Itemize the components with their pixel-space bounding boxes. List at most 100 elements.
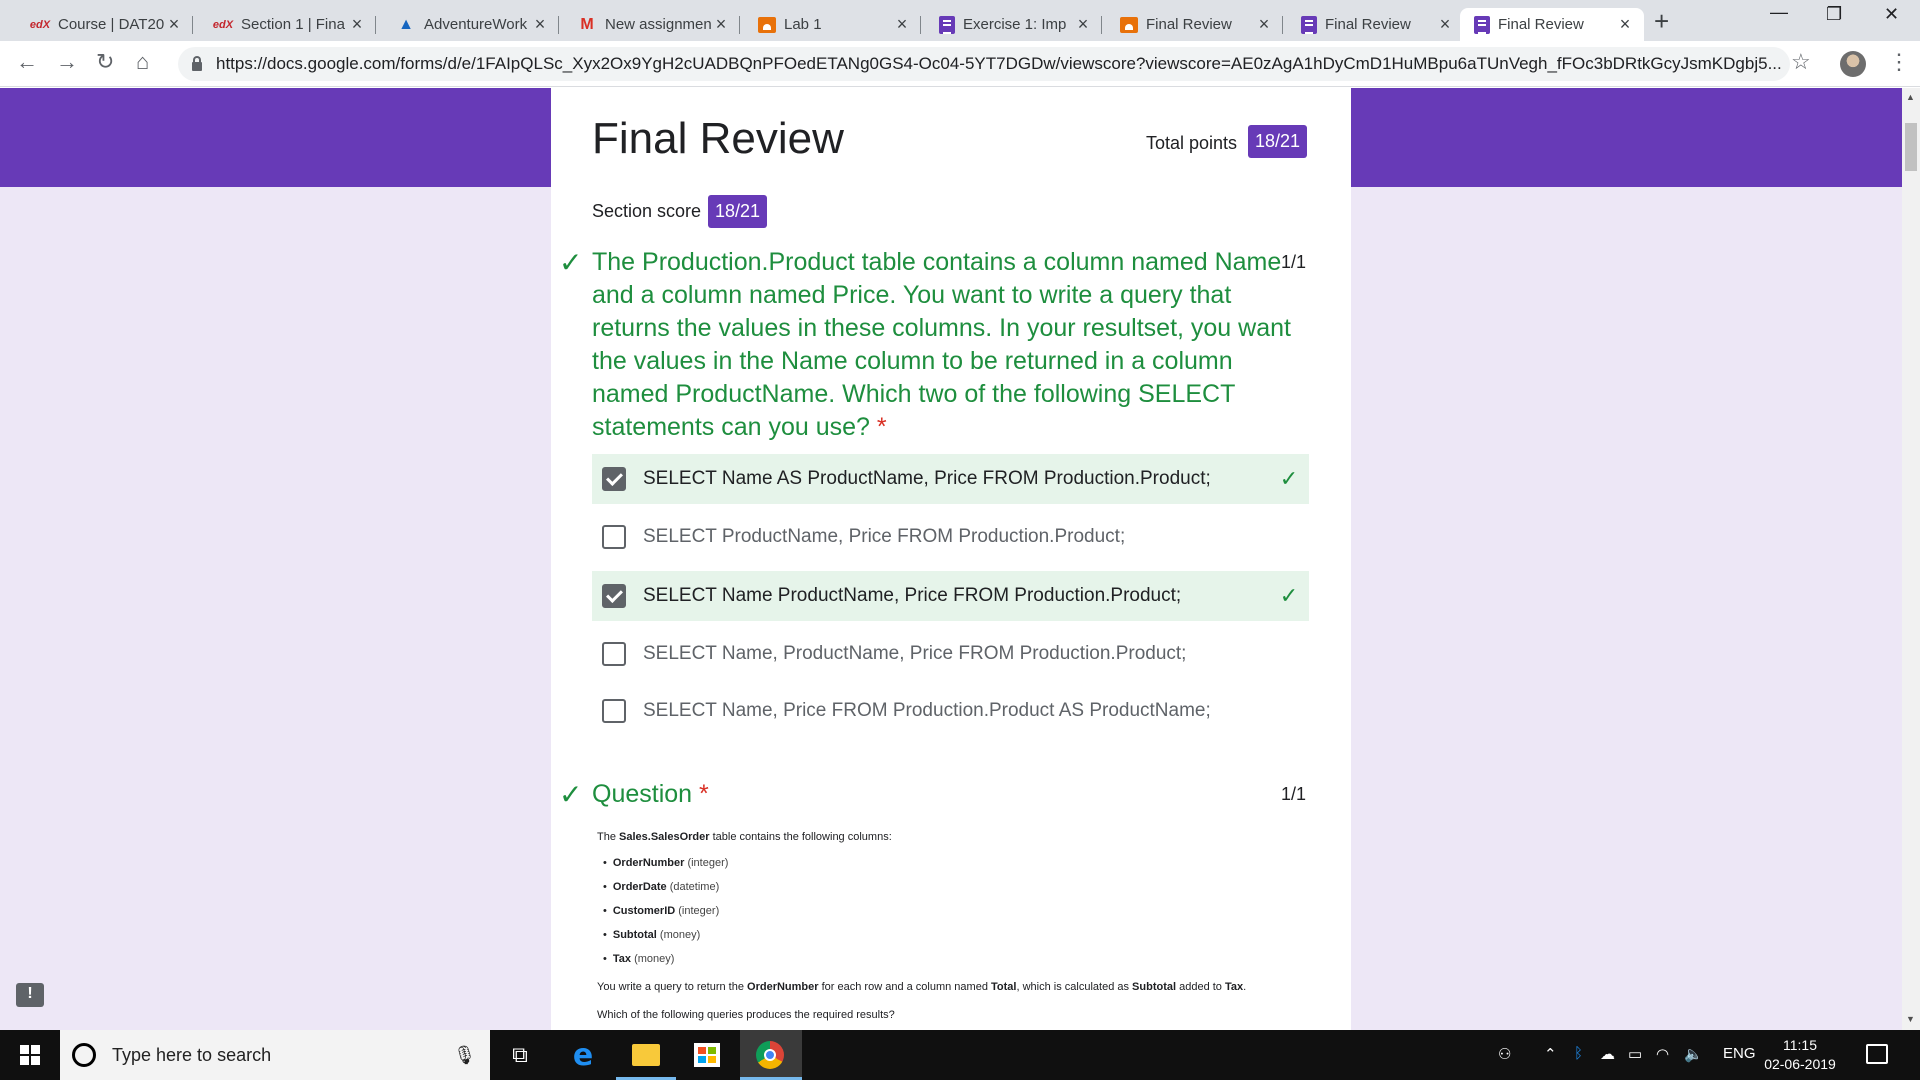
clock-time: 11:15: [1783, 1037, 1817, 1053]
close-tab-icon[interactable]: ×: [1255, 14, 1273, 35]
column-type: (datetime): [669, 881, 720, 893]
form-title: Final Review: [592, 114, 844, 163]
question-2-points: 1/1: [1281, 784, 1307, 804]
onedrive-icon[interactable]: ☁: [1600, 1045, 1615, 1063]
new-tab-button[interactable]: +: [1654, 6, 1669, 37]
forward-icon[interactable]: →: [56, 49, 78, 75]
browser-tab[interactable]: edX Course | DAT20 ×: [16, 8, 193, 41]
question-2-title: Question *: [592, 780, 709, 809]
cortana-icon: [72, 1043, 96, 1067]
option-checkbox[interactable]: [602, 584, 626, 608]
column-name: CustomerID: [612, 905, 676, 917]
answer-option[interactable]: SELECT ProductName, Price FROM Productio…: [592, 512, 1309, 562]
close-tab-icon[interactable]: ×: [712, 14, 730, 35]
taskbar-search-box[interactable]: Type here to search 🎙: [60, 1030, 490, 1080]
column-name: Tax: [612, 953, 631, 965]
bookmark-star-icon[interactable]: ☆: [1791, 49, 1811, 75]
task-view-icon[interactable]: ⧉: [505, 1040, 535, 1070]
section-score-badge: 18/21: [708, 195, 768, 228]
profile-avatar[interactable]: [1840, 51, 1866, 77]
total-points-badge: 18/21: [1248, 125, 1308, 158]
scroll-up-icon[interactable]: ▲: [1906, 92, 1915, 102]
edx-icon: edX: [212, 18, 234, 31]
browser-tab[interactable]: Final Review ×: [1460, 8, 1644, 41]
option-checkbox[interactable]: [602, 699, 626, 723]
close-tab-icon[interactable]: ×: [893, 14, 911, 35]
browser-tab[interactable]: Lab 1 ×: [744, 8, 921, 41]
back-icon[interactable]: ←: [16, 49, 38, 75]
home-icon[interactable]: ⌂: [136, 49, 149, 75]
browser-tab[interactable]: Final Review ×: [1287, 8, 1464, 41]
option-checkbox[interactable]: [602, 525, 626, 549]
edx-icon: edX: [29, 18, 51, 31]
column-name: OrderDate: [612, 881, 667, 893]
intro-text: table contains the following columns:: [709, 831, 892, 843]
page-scrollbar[interactable]: ▲ ▼: [1902, 88, 1920, 1030]
answer-option[interactable]: SELECT Name ProductName, Price FROM Prod…: [592, 571, 1309, 621]
close-tab-icon[interactable]: ×: [531, 14, 549, 35]
action-center-icon[interactable]: [1866, 1044, 1888, 1064]
question-2-intro: The Sales.SalesOrder table contains the …: [597, 830, 1317, 844]
close-window-button[interactable]: ✕: [1884, 4, 1899, 25]
column-name: OrderNumber: [612, 857, 685, 869]
para-bold: OrderNumber: [747, 981, 819, 993]
browser-tab[interactable]: edX Section 1 | Fina ×: [199, 8, 376, 41]
column-type: (money): [634, 953, 675, 965]
answer-option[interactable]: SELECT Name, ProductName, Price FROM Pro…: [592, 629, 1309, 679]
option-checkbox[interactable]: [602, 642, 626, 666]
file-explorer-icon[interactable]: [631, 1040, 661, 1070]
tab-separator: [558, 16, 559, 34]
address-bar[interactable]: https://docs.google.com/forms/d/e/1FAIpQ…: [178, 47, 1790, 81]
azure-icon: ▲: [398, 15, 414, 33]
para-bold: Subtotal: [1132, 981, 1177, 993]
bluetooth-icon[interactable]: ᛒ: [1574, 1045, 1583, 1062]
option-label: SELECT Name AS ProductName, Price FROM P…: [643, 468, 1211, 489]
question-2-paragraph: You write a query to return the OrderNum…: [597, 980, 1317, 994]
battery-icon[interactable]: ▭: [1628, 1045, 1642, 1063]
url-text[interactable]: https://docs.google.com/forms/d/e/1FAIpQ…: [216, 54, 1790, 74]
wifi-icon[interactable]: ◠: [1656, 1045, 1669, 1063]
reload-icon[interactable]: ↻: [96, 49, 114, 75]
language-indicator[interactable]: ENG: [1723, 1045, 1756, 1062]
tab-separator: [375, 16, 376, 34]
answer-option[interactable]: SELECT Name AS ProductName, Price FROM P…: [592, 454, 1309, 504]
report-issue-icon[interactable]: !: [16, 983, 44, 1007]
browser-tab[interactable]: Exercise 1: Imp ×: [925, 8, 1102, 41]
close-tab-icon[interactable]: ×: [348, 14, 366, 35]
option-checkbox[interactable]: [602, 467, 626, 491]
para-text: for each row and a column named: [821, 981, 988, 993]
edge-icon[interactable]: e: [568, 1038, 598, 1073]
scroll-down-icon[interactable]: ▼: [1906, 1014, 1915, 1024]
intro-text: The: [597, 831, 620, 843]
browser-tab[interactable]: Final Review ×: [1106, 8, 1283, 41]
correct-option-check-icon: ✓: [1279, 466, 1299, 491]
question-1-points: 1/1: [1281, 252, 1307, 272]
forms-icon: [939, 15, 955, 34]
scroll-thumb[interactable]: [1905, 123, 1917, 171]
windows-start-icon[interactable]: [20, 1045, 40, 1065]
volume-icon[interactable]: 🔈: [1684, 1045, 1703, 1063]
para-bold: Tax: [1225, 981, 1244, 993]
store-icon[interactable]: [692, 1040, 722, 1070]
system-clock[interactable]: 11:15 02-06-2019: [1760, 1036, 1840, 1074]
close-tab-icon[interactable]: ×: [165, 14, 183, 35]
browser-tab[interactable]: M New assignmen ×: [563, 8, 740, 41]
close-tab-icon[interactable]: ×: [1074, 14, 1092, 35]
tab-title: Exercise 1: Imp: [963, 16, 1067, 33]
chrome-icon[interactable]: [755, 1040, 785, 1070]
answer-option[interactable]: SELECT Name, Price FROM Production.Produ…: [592, 686, 1309, 736]
forms-icon: [1301, 15, 1317, 34]
close-tab-icon[interactable]: ×: [1436, 14, 1454, 35]
intro-table-name: Sales.SalesOrder: [619, 831, 710, 843]
tab-separator: [739, 16, 740, 34]
minimize-button[interactable]: —: [1770, 2, 1788, 23]
correct-option-check-icon: ✓: [1279, 583, 1299, 608]
people-icon[interactable]: ⚇: [1498, 1045, 1511, 1063]
close-tab-icon[interactable]: ×: [1616, 14, 1634, 35]
browser-menu-icon[interactable]: ⋮: [1888, 49, 1910, 75]
show-hidden-icons-icon[interactable]: ⌃: [1544, 1045, 1557, 1063]
question-1-prompt: The Production.Product table contains a …: [592, 248, 1291, 441]
microphone-icon[interactable]: 🎙: [453, 1045, 476, 1066]
browser-tab[interactable]: ▲ AdventureWork ×: [382, 8, 559, 41]
restore-button[interactable]: ❐: [1826, 4, 1842, 25]
